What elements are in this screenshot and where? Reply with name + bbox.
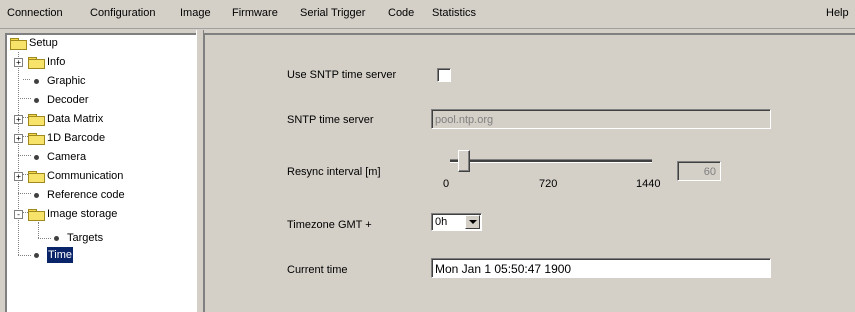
- bullet-icon: [34, 155, 39, 160]
- bullet-icon: [34, 193, 39, 198]
- bullet-icon: [34, 79, 39, 84]
- tree-item-targets[interactable]: Targets: [7, 230, 187, 246]
- current-time-input[interactable]: Mon Jan 1 05:50:47 1900: [431, 258, 771, 278]
- folder-icon: [28, 57, 45, 69]
- folder-icon: [28, 133, 45, 145]
- resync-min-label: 0: [443, 178, 450, 190]
- expand-icon[interactable]: +: [14, 58, 23, 67]
- expand-icon[interactable]: +: [14, 134, 23, 143]
- tree-item-decoder[interactable]: Decoder: [7, 92, 187, 108]
- folder-icon: [10, 38, 27, 50]
- tree-item-communication[interactable]: + Communication: [7, 168, 187, 184]
- expand-icon[interactable]: +: [14, 115, 23, 124]
- timezone-value: 0h: [435, 216, 448, 228]
- timezone-select[interactable]: 0h: [431, 213, 482, 231]
- tree-item-graphic[interactable]: Graphic: [7, 73, 187, 89]
- menu-image[interactable]: Image: [180, 7, 211, 19]
- bullet-icon: [34, 253, 39, 258]
- tree-item-label: Graphic: [47, 75, 86, 87]
- tree-item-label: Info: [47, 56, 66, 68]
- tree-item-label: Communication: [47, 170, 124, 182]
- tree-item-label: 1D Barcode: [47, 132, 106, 144]
- sntp-server-label: SNTP time server: [287, 114, 374, 126]
- current-time-label: Current time: [287, 264, 348, 276]
- menu-code[interactable]: Code: [388, 7, 414, 19]
- use-sntp-label: Use SNTP time server: [287, 69, 397, 81]
- resync-max-label: 1440: [636, 178, 661, 190]
- time-settings-panel: Use SNTP time server SNTP time server po…: [203, 33, 855, 312]
- tree-item-data-matrix[interactable]: + Data Matrix: [7, 111, 187, 127]
- tree-item-time[interactable]: Time: [7, 247, 187, 263]
- app-window: Connection Configuration Image Firmware …: [0, 0, 855, 312]
- menu-firmware[interactable]: Firmware: [232, 7, 278, 19]
- folder-icon: [28, 114, 45, 126]
- tree-item-label: Setup: [29, 37, 58, 49]
- menu-serial-trigger[interactable]: Serial Trigger: [300, 7, 365, 19]
- tree-item-label: Reference code: [47, 189, 125, 201]
- tree-item-label: Targets: [67, 232, 104, 244]
- menu-bar: Connection Configuration Image Firmware …: [0, 0, 855, 29]
- resync-slider-thumb[interactable]: [457, 150, 470, 172]
- tree-item-image-storage[interactable]: - Image storage: [7, 206, 187, 222]
- menu-statistics[interactable]: Statistics: [432, 7, 476, 19]
- collapse-icon[interactable]: -: [14, 210, 23, 219]
- folder-icon: [28, 171, 45, 183]
- resync-mid-label: 720: [539, 178, 558, 190]
- resync-value-field[interactable]: 60: [677, 161, 721, 181]
- menu-connection[interactable]: Connection: [7, 7, 63, 19]
- tree-item-label: Image storage: [47, 208, 118, 220]
- tree-item-label: Decoder: [47, 94, 89, 106]
- tree-item-info[interactable]: + Info: [7, 54, 187, 70]
- tree-item-reference-code[interactable]: Reference code: [7, 187, 187, 203]
- bullet-icon: [34, 98, 39, 103]
- tree-item-label: Time: [47, 247, 74, 263]
- tree-item-label: Camera: [47, 151, 87, 163]
- bullet-icon: [54, 236, 59, 241]
- resync-interval-label: Resync interval [m]: [287, 166, 381, 178]
- sntp-server-input[interactable]: pool.ntp.org: [431, 109, 771, 129]
- expand-icon[interactable]: +: [14, 172, 23, 181]
- tree-item-camera[interactable]: Camera: [7, 149, 187, 165]
- dropdown-button[interactable]: [465, 215, 480, 229]
- chevron-down-icon: [469, 220, 477, 224]
- timezone-label: Timezone GMT +: [287, 219, 372, 231]
- menu-configuration[interactable]: Configuration: [90, 7, 155, 19]
- tree-item-1d-barcode[interactable]: + 1D Barcode: [7, 130, 187, 146]
- setup-tree[interactable]: Setup + Info Graphic Decoder + Data Matr…: [5, 33, 197, 312]
- tree-item-label: Data Matrix: [47, 113, 104, 125]
- menu-help[interactable]: Help: [826, 7, 849, 19]
- use-sntp-checkbox[interactable]: [437, 68, 451, 82]
- resync-slider-track[interactable]: [450, 159, 652, 163]
- folder-icon: [28, 209, 45, 221]
